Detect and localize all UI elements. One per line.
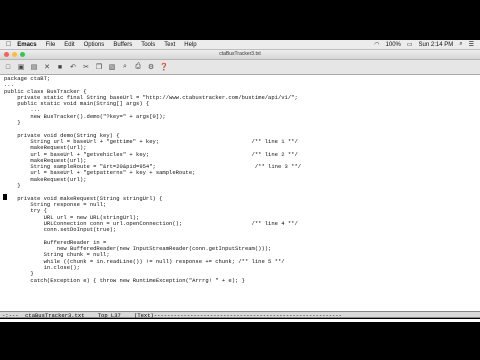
- open-file-icon[interactable]: ▤: [29, 62, 39, 72]
- text-cursor: [3, 194, 7, 200]
- toolbar: □ ▣ ▤ ✕ ■ ↶ ✂ ❐ ▧ ⌕ ⎙ ⚙ ❓: [0, 60, 480, 75]
- help-icon[interactable]: ❓: [159, 62, 169, 72]
- code-text[interactable]: package ctaBT;... public class BusTracker…: [0, 75, 480, 284]
- window-titlebar: ctaBusTracker3.txt: [0, 50, 480, 60]
- system-menubar:  Emacs File Edit Options Buffers Tools …: [0, 40, 480, 50]
- menu-edit[interactable]: Edit: [64, 42, 74, 48]
- save-icon[interactable]: ■: [55, 62, 65, 72]
- menu-buffers[interactable]: Buffers: [113, 42, 132, 48]
- window-title: ctaBusTracker3.txt: [219, 51, 261, 57]
- apple-menu-icon[interactable]: : [6, 41, 11, 48]
- menu-help[interactable]: Help: [184, 42, 196, 48]
- close-icon[interactable]: ✕: [42, 62, 52, 72]
- minibuffer[interactable]: [0, 319, 480, 322]
- editor-buffer[interactable]: package ctaBT;... public class BusTracker…: [0, 75, 480, 311]
- battery-icon[interactable]: ▭: [407, 41, 413, 48]
- menu-tools[interactable]: Tools: [141, 42, 155, 48]
- list-icon[interactable]: ☰: [469, 41, 474, 48]
- menu-emacs[interactable]: Emacs: [17, 42, 36, 48]
- mode-line: -:--- ctaBusTracker3.txt Top L37 (Text)-…: [0, 311, 480, 319]
- window-controls: [4, 52, 25, 57]
- menu-options[interactable]: Options: [84, 42, 105, 48]
- menu-file[interactable]: File: [46, 42, 56, 48]
- zoom-window-icon[interactable]: [20, 52, 25, 57]
- wifi-icon[interactable]: ◠: [374, 41, 379, 48]
- battery-percent: 100%: [385, 41, 401, 48]
- status-area: ◠ 100% ▭ Sun 2:14 PM ⌕ ☰: [374, 41, 474, 48]
- paste-icon[interactable]: ▧: [107, 62, 117, 72]
- preferences-icon[interactable]: ⚙: [146, 62, 156, 72]
- new-file-icon[interactable]: □: [3, 62, 13, 72]
- open-folder-icon[interactable]: ▣: [16, 62, 26, 72]
- search-icon[interactable]: ⌕: [120, 62, 130, 72]
- search-icon[interactable]: ⌕: [459, 41, 462, 48]
- menu-text[interactable]: Text: [164, 42, 175, 48]
- print-icon[interactable]: ⎙: [133, 62, 143, 72]
- close-window-icon[interactable]: [4, 52, 9, 57]
- minimize-window-icon[interactable]: [12, 52, 17, 57]
- cut-icon[interactable]: ✂: [81, 62, 91, 72]
- undo-icon[interactable]: ↶: [68, 62, 78, 72]
- copy-icon[interactable]: ❐: [94, 62, 104, 72]
- code-line[interactable]: catch(Exception e) { throw new RuntimeEx…: [4, 277, 480, 284]
- clock[interactable]: Sun 2:14 PM: [419, 42, 454, 48]
